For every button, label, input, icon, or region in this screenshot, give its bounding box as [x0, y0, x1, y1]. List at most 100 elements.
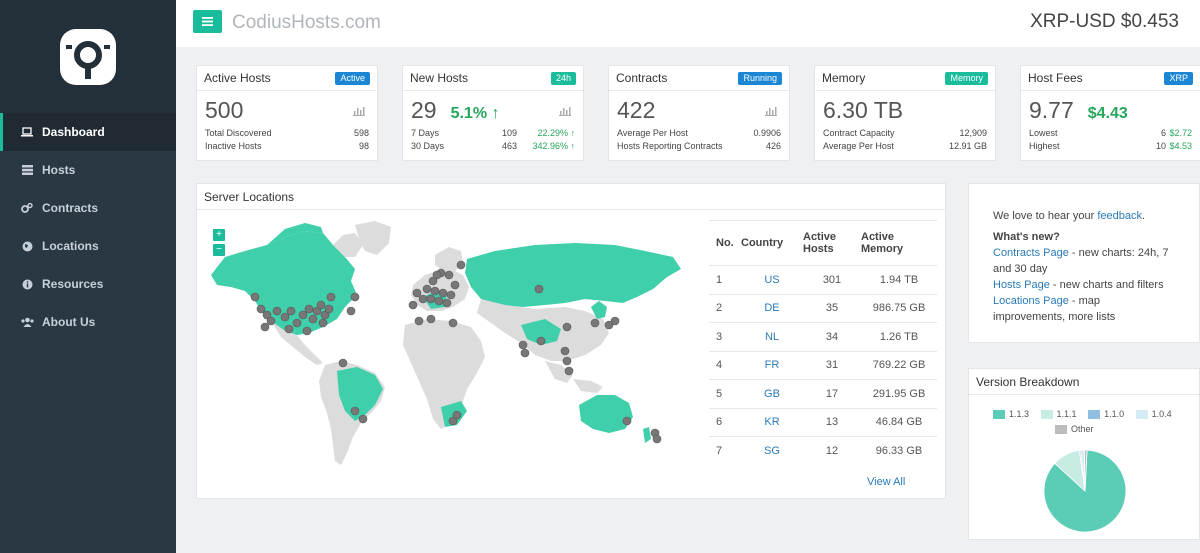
row-country[interactable]: GB: [741, 379, 803, 408]
sidebar-item-dashboard[interactable]: Dashboard: [0, 113, 176, 151]
row-value: 598: [353, 127, 369, 138]
bar-chart-icon: [353, 103, 365, 121]
row-label: 7 Days: [411, 127, 440, 138]
row-value: 12.91 GB: [948, 140, 987, 151]
card-big-value: 29: [411, 97, 437, 123]
row-value: 109: [501, 127, 517, 138]
globe-icon: [20, 240, 34, 252]
sidebar-item-label: About Us: [42, 315, 96, 329]
zoom-in-button[interactable]: +: [213, 229, 225, 241]
feedback-panel: We love to hear your feedback. What's ne…: [968, 183, 1200, 343]
row-label: Average Per Host: [617, 127, 688, 138]
memory-card: Memory Memory 6.30 TB Contract Capacity 12…: [814, 65, 996, 161]
row-country[interactable]: DE: [741, 293, 803, 323]
version-breakdown-panel: Version Breakdown 1.1.3 1.1.1 1.1.0 1.0.…: [968, 368, 1200, 540]
country-link[interactable]: KR: [764, 416, 779, 428]
card-title: Active Hosts: [204, 71, 271, 85]
sidebar-item-contracts[interactable]: Contracts: [0, 189, 176, 227]
country-link[interactable]: NL: [765, 331, 779, 343]
status-badge: Active: [335, 71, 370, 85]
row-country[interactable]: SG: [741, 436, 803, 465]
card-title: Memory: [822, 71, 866, 85]
info-icon: [20, 278, 34, 290]
server-locations-panel: Server Locations + − No. Country Active …: [196, 183, 946, 499]
row-no: 6: [709, 407, 741, 437]
contracts-page-link[interactable]: Contracts Page: [993, 247, 1069, 259]
new-hosts-card: New Hosts 24h 29 5.1% ↑ 7 Days 109 22.29% ↑ …: [402, 65, 584, 161]
codius-logo-icon: [60, 28, 116, 85]
row-hosts: 17: [803, 379, 861, 408]
status-badge: 24h: [550, 71, 576, 85]
column-header-memory: Active Memory: [861, 220, 937, 266]
news-item: Locations Page - map improvements, more …: [993, 295, 1116, 323]
row-no: 1: [709, 265, 741, 294]
sidebar-item-hosts[interactable]: Hosts: [0, 151, 176, 189]
sidebar-item-label: Contracts: [42, 201, 99, 215]
menu-toggle-button[interactable]: [193, 10, 222, 33]
sidebar-item-label: Locations: [42, 239, 99, 253]
news-item: Contracts Page - new charts: 24h, 7 and …: [993, 247, 1169, 275]
sidebar: Dashboard Hosts Contracts Locations Reso…: [0, 0, 176, 553]
card-big-value: 500: [205, 97, 244, 123]
sidebar-item-label: Hosts: [42, 163, 76, 177]
country-link[interactable]: DE: [764, 302, 779, 314]
row-label: Hosts Reporting Contracts: [617, 140, 723, 151]
country-link[interactable]: FR: [765, 359, 780, 371]
host-fees-card: Host Fees XRP 9.77 $4.43 Lowest 6 $2.72 High…: [1020, 65, 1200, 161]
row-hosts: 12: [803, 436, 861, 465]
card-title: New Hosts: [410, 71, 469, 85]
row-value: 426: [765, 140, 781, 151]
row-label: Inactive Hosts: [205, 140, 262, 151]
sidebar-nav: Dashboard Hosts Contracts Locations Reso…: [0, 113, 176, 341]
row-label: Average Per Host: [823, 140, 894, 151]
row-country[interactable]: KR: [741, 407, 803, 437]
column-header-no: No.: [709, 220, 741, 266]
sidebar-item-locations[interactable]: Locations: [0, 227, 176, 265]
row-value: 98: [358, 140, 369, 151]
row-label: Lowest: [1029, 127, 1058, 138]
australia-land: [579, 395, 633, 433]
news-item: Hosts Page - new charts and filters: [993, 279, 1164, 291]
row-country[interactable]: US: [741, 265, 803, 294]
arrow-up-icon: ↑: [491, 105, 500, 122]
hosts-page-link[interactable]: Hosts Page: [993, 279, 1050, 291]
row-label: Total Discovered: [205, 127, 272, 138]
sidebar-item-resources[interactable]: Resources: [0, 265, 176, 303]
countries-table: No. Country Active Hosts Active Memory 1…: [709, 220, 937, 465]
row-growth: 22.29% ↑: [537, 127, 575, 138]
country-link[interactable]: GB: [764, 388, 780, 400]
zoom-out-button[interactable]: −: [213, 244, 225, 256]
bar-chart-icon: [765, 103, 777, 121]
row-memory: 769.22 GB: [861, 350, 937, 380]
active-hosts-card: Active Hosts Active 500 Total Discovered 5…: [196, 65, 378, 161]
feedback-intro: We love to hear your feedback.: [993, 210, 1146, 222]
row-value: 0.9906: [753, 127, 781, 138]
world-map[interactable]: + −: [205, 215, 701, 477]
view-all-link[interactable]: View All: [867, 476, 905, 488]
russia-land: [465, 243, 681, 307]
site-title[interactable]: CodiusHosts.com: [232, 12, 381, 34]
table-row: 1 US 301 1.94 TB: [709, 265, 937, 294]
world-map-svg: [211, 221, 681, 465]
locations-page-link[interactable]: Locations Page: [993, 295, 1069, 307]
row-value: 12,909: [959, 127, 987, 138]
row-country[interactable]: FR: [741, 350, 803, 380]
row-memory: 1.26 TB: [861, 322, 937, 351]
country-link[interactable]: US: [764, 274, 779, 286]
column-header-country: Country: [741, 220, 803, 266]
codius-logo[interactable]: [0, 0, 176, 113]
row-country[interactable]: NL: [741, 322, 803, 351]
row-value: 463: [501, 140, 517, 151]
row-hosts: 34: [803, 322, 861, 351]
growth-percent: 5.1% ↑: [450, 105, 500, 122]
status-badge: Running: [738, 71, 782, 85]
laptop-icon: [20, 126, 34, 138]
column-header-hosts: Active Hosts: [803, 220, 861, 266]
row-memory: 96.33 GB: [861, 436, 937, 465]
row-no: 2: [709, 293, 741, 323]
contracts-card: Contracts Running 422 Average Per Host 0.9…: [608, 65, 790, 161]
country-link[interactable]: SG: [764, 445, 780, 457]
row-value: 10: [1155, 140, 1166, 151]
feedback-link[interactable]: feedback: [1097, 210, 1142, 222]
sidebar-item-about-us[interactable]: About Us: [0, 303, 176, 341]
